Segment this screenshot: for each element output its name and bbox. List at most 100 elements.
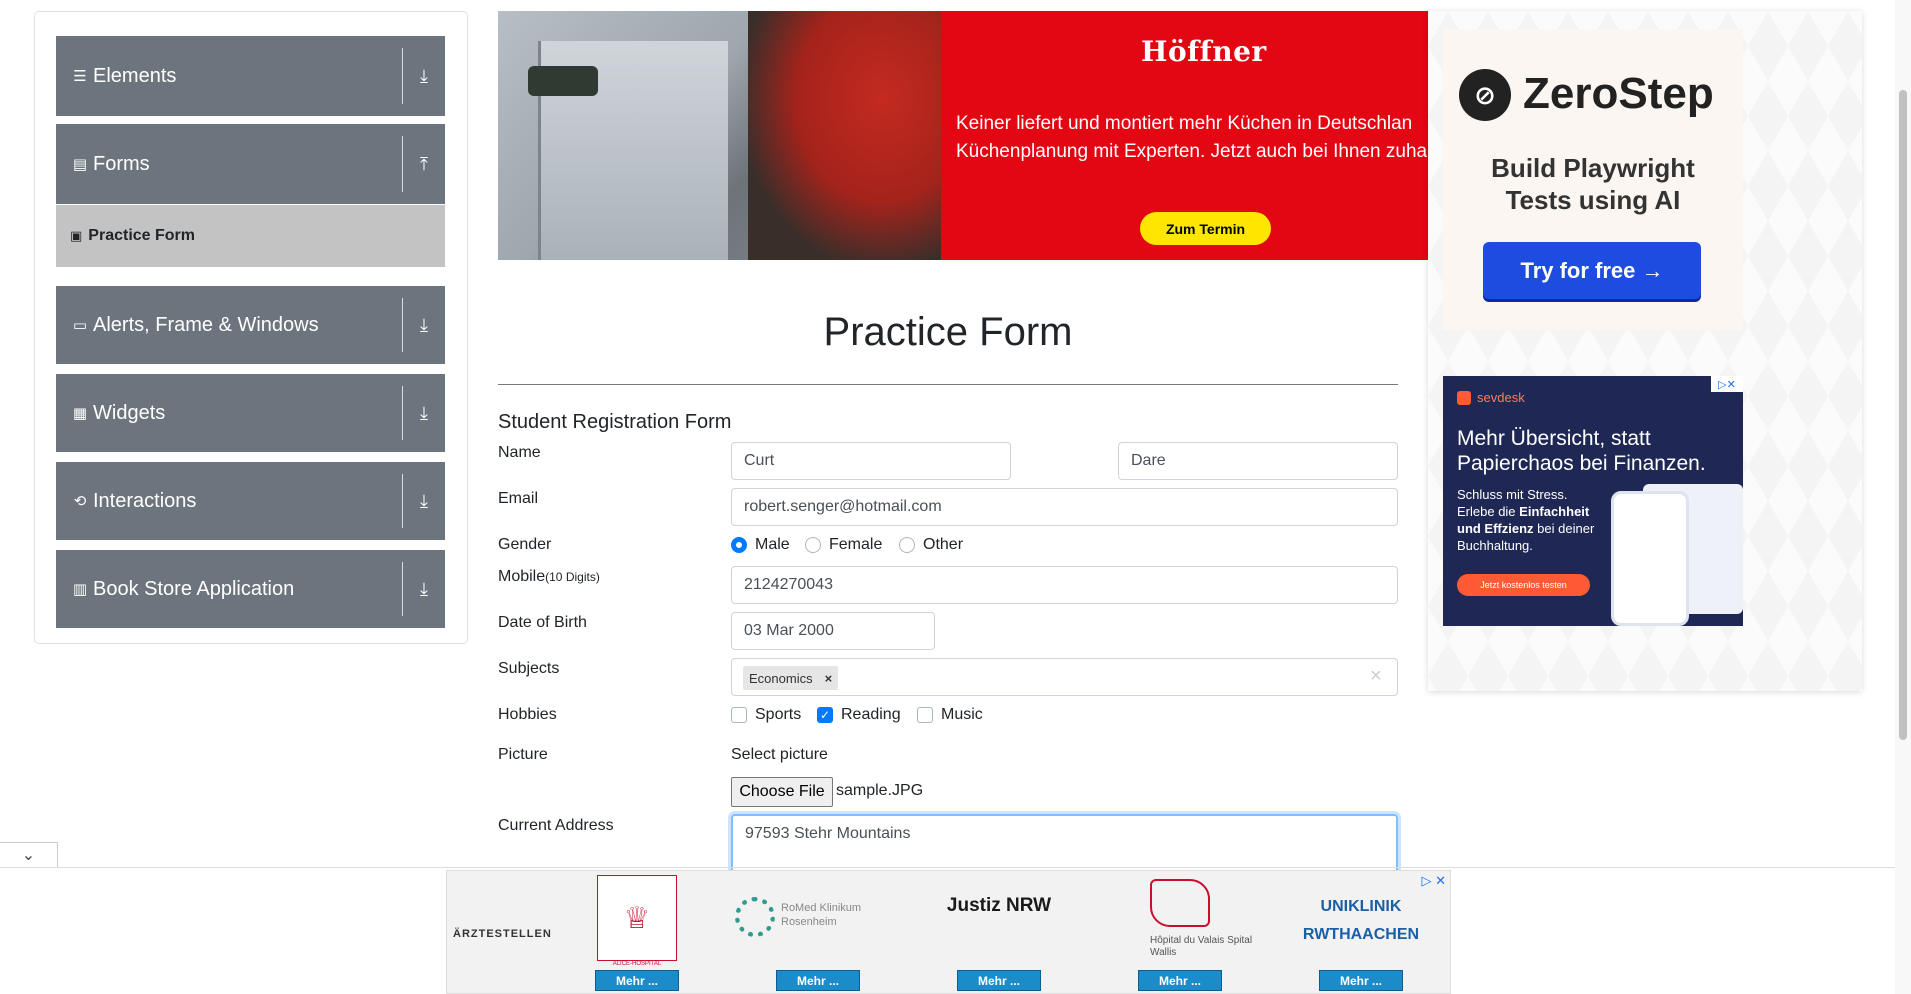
sevdesk-ad[interactable]: ▷✕ sevdesk Mehr Übersicht, statt Papierc…: [1443, 376, 1743, 626]
sidebar: ☰ Elements ⤓ ▤ Forms ⤒ ▣ Practice Form ▭…: [34, 11, 468, 644]
sidebar-group-widgets[interactable]: ▦ Widgets ⤓: [56, 374, 445, 452]
hobby-checkbox-sports[interactable]: Sports: [731, 706, 801, 724]
clear-subjects-icon[interactable]: ×: [1370, 665, 1382, 688]
remove-chip-icon[interactable]: ×: [819, 671, 839, 686]
radio-button[interactable]: [805, 537, 821, 553]
ad-message: Keiner liefert und montiert mehr Küchen …: [956, 110, 1428, 166]
form-icon: ▣: [70, 228, 83, 243]
mehr-button[interactable]: Mehr ...: [957, 970, 1041, 991]
divider: [402, 136, 403, 192]
gender-radio-other[interactable]: Other: [899, 536, 963, 554]
checkbox-label: Sports: [755, 706, 802, 723]
valais-logo-icon: [1150, 879, 1210, 927]
divider: [402, 473, 403, 529]
page-scrollbar[interactable]: [1895, 0, 1911, 994]
zerostep-brand: ZeroStep: [1523, 69, 1714, 118]
hoffner-ad[interactable]: Höffner Keiner liefert und montiert mehr…: [498, 11, 1428, 260]
ad-logo-caption: ALICE-HOSPITAL: [612, 961, 662, 967]
sidebar-group-alerts[interactable]: ▭ Alerts, Frame & Windows ⤓: [56, 286, 445, 364]
divider: [0, 867, 1911, 868]
gender-radio-male[interactable]: Male: [731, 536, 790, 554]
gender-radio-female[interactable]: Female: [805, 536, 882, 554]
ad-logo-alice-hospital[interactable]: ♕ ALICE-HOSPITAL Mehr ...: [552, 875, 722, 994]
sidebar-item-label: Practice Form: [88, 227, 196, 244]
try-for-free-button[interactable]: Try for free →: [1483, 242, 1701, 299]
mehr-button[interactable]: Mehr ...: [1138, 970, 1222, 991]
download-arrow-icon: ⤓: [420, 314, 428, 335]
name-label: Name: [498, 444, 541, 461]
sidebar-group-elements[interactable]: ☰ Elements ⤓: [56, 36, 445, 116]
divider: [402, 385, 403, 441]
download-arrow-icon: ⤓: [420, 402, 428, 423]
ad-photo: [498, 11, 941, 260]
hoffner-logo: Höffner: [1141, 35, 1267, 68]
zerostep-headline: Build Playwright Tests using AI: [1443, 152, 1743, 216]
ad-logo-uniklinik-aachen[interactable]: UNIKLINIK RWTHAACHEN Mehr ...: [1276, 875, 1446, 994]
hobby-checkbox-music[interactable]: Music: [917, 706, 983, 724]
mehr-button[interactable]: Mehr ...: [776, 970, 860, 991]
zerostep-ad[interactable]: ⊘ ZeroStep Build Playwright Tests using …: [1443, 29, 1743, 330]
checkbox[interactable]: [731, 707, 747, 723]
page-title: Practice Form: [823, 310, 1073, 354]
aerztestellen-ad[interactable]: ÄRZTESTELLEN ▷ ✕ ♕ ALICE-HOSPITAL Mehr .…: [446, 870, 1451, 994]
email-input[interactable]: robert.senger@hotmail.com: [731, 488, 1398, 526]
sidebar-group-forms[interactable]: ▤ Forms ⤒: [56, 124, 445, 204]
sevdesk-cta-button[interactable]: Jetzt kostenlos testen: [1457, 574, 1590, 596]
subject-chip: Economics ×: [743, 666, 839, 690]
subject-chip-label: Economics: [749, 670, 813, 686]
divider: [498, 384, 1398, 385]
checkbox[interactable]: [917, 707, 933, 723]
form-subtitle: Student Registration Form: [498, 411, 732, 433]
hobby-checkbox-reading[interactable]: ✓ Reading: [817, 706, 901, 724]
sidebar-group-label: Interactions: [93, 489, 197, 512]
zum-termin-button[interactable]: Zum Termin: [1140, 212, 1271, 245]
mehr-button[interactable]: Mehr ...: [1319, 970, 1403, 991]
first-name-input[interactable]: Curt: [731, 442, 1011, 480]
mobile-label-text: Mobile: [498, 568, 546, 585]
ad-logo-justiz-nrw[interactable]: Justiz NRW Mehr ...: [914, 875, 1084, 994]
divider: [402, 561, 403, 617]
zerostep-logo-icon: ⊘: [1459, 69, 1511, 121]
mobile-input[interactable]: 2124270043: [731, 566, 1398, 604]
zerostep-headline-line: Build Playwright: [1491, 153, 1695, 183]
document-icon: ▤: [72, 156, 88, 173]
download-arrow-icon: ⤓: [420, 65, 428, 86]
chevron-down-icon: ⌄: [21, 847, 36, 864]
hobbies-label: Hobbies: [498, 706, 557, 723]
sidebar-item-practice-form[interactable]: ▣ Practice Form: [56, 205, 445, 267]
adchoices-icon[interactable]: ▷✕: [1711, 376, 1743, 392]
date-of-birth-input[interactable]: 03 Mar 2000: [731, 612, 935, 650]
scrollbar-thumb[interactable]: [1899, 90, 1907, 740]
divider: [402, 48, 403, 104]
sidebar-group-book-store[interactable]: ▥ Book Store Application ⤓: [56, 550, 445, 628]
current-address-label: Current Address: [498, 817, 614, 834]
sidebar-group-label: Elements: [93, 64, 177, 87]
mehr-button[interactable]: Mehr ...: [595, 970, 679, 991]
checkbox-label: Reading: [841, 706, 901, 723]
sidebar-group-label: Widgets: [93, 401, 166, 424]
ad-logo-caption: RoMed Klinikum Rosenheim: [781, 902, 862, 928]
sidebar-group-interactions[interactable]: ⟲ Interactions ⤓: [56, 462, 445, 540]
checkbox-label: Music: [941, 706, 983, 723]
checkbox[interactable]: ✓: [817, 707, 833, 723]
collapse-ad-button[interactable]: ⌄: [0, 842, 58, 868]
gender-label: Gender: [498, 536, 552, 553]
subjects-label: Subjects: [498, 660, 560, 677]
choose-file-button[interactable]: Choose File: [731, 777, 833, 807]
ad-logo-hopital-valais[interactable]: Hôpital du Valais Spital Wallis Mehr ...: [1095, 875, 1265, 994]
radio-label: Female: [829, 536, 883, 553]
upload-arrow-icon: ⤒: [420, 153, 428, 174]
ad-logo-romed[interactable]: RoMed Klinikum Rosenheim Mehr ...: [733, 875, 903, 994]
romed-logo-icon: [735, 897, 775, 937]
select-picture-label: Select picture: [731, 746, 828, 763]
picture-label: Picture: [498, 746, 548, 763]
last-name-input[interactable]: Dare: [1118, 442, 1398, 480]
file-name: sample.JPG: [836, 782, 924, 799]
radio-button[interactable]: [731, 537, 747, 553]
sidebar-group-label: Book Store Application: [93, 577, 295, 600]
radio-button[interactable]: [899, 537, 915, 553]
window-icon: ▭: [72, 317, 88, 334]
sidebar-group-label: Forms: [93, 152, 150, 175]
ad-logo-caption: Hôpital du Valais Spital Wallis: [1150, 935, 1253, 958]
sevdesk-headline: Mehr Übersicht, statt Papierchaos bei Fi…: [1457, 427, 1706, 475]
